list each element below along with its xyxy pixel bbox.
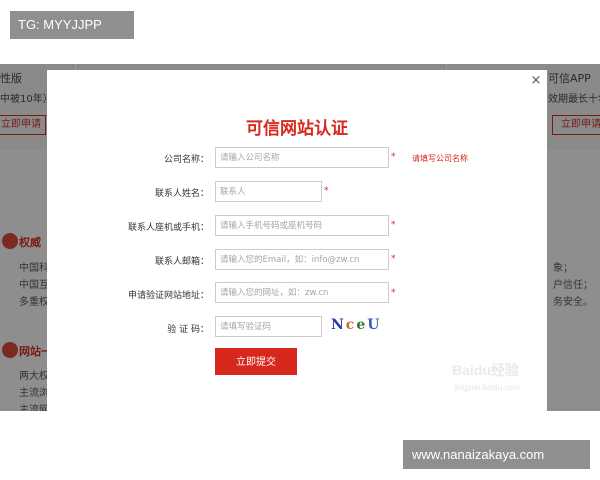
background-section2-line: 两大权 bbox=[19, 371, 49, 382]
background-right-apply-button: 立即申请 bbox=[552, 115, 600, 135]
background-section1-right-line: 务安全。 bbox=[553, 297, 593, 308]
website-input[interactable] bbox=[215, 282, 389, 303]
required-mark: * bbox=[391, 152, 396, 162]
bottom-right-tag: www.nanaizakaya.com bbox=[403, 440, 590, 469]
background-section1-title: 权威 bbox=[19, 236, 41, 249]
background-right-sub: 效期最长十年 bbox=[548, 94, 600, 105]
phone-label: 联系人座机或手机： bbox=[127, 223, 209, 233]
required-mark: * bbox=[391, 254, 396, 264]
captcha-char: U bbox=[367, 317, 382, 333]
background-section1-line: 中国互 bbox=[19, 280, 49, 291]
background-left-title: 性版 bbox=[0, 72, 22, 85]
email-input[interactable] bbox=[215, 249, 389, 270]
company-name-hint: 请填写公司名称 bbox=[412, 154, 468, 163]
company-name-label: 公司名称： bbox=[163, 155, 209, 165]
captcha-image[interactable]: NceU bbox=[331, 317, 381, 333]
watermark-url: jingyan.baidu.com bbox=[455, 383, 520, 392]
close-icon[interactable]: × bbox=[530, 73, 542, 88]
background-section1-right-line: 户信任； bbox=[553, 280, 593, 291]
background-left-sub: 中被10年） bbox=[0, 94, 53, 105]
background-section2-line: 主流浏 bbox=[19, 388, 49, 399]
required-mark: * bbox=[324, 186, 329, 196]
shield-icon bbox=[2, 233, 18, 249]
captcha-input[interactable] bbox=[215, 316, 322, 337]
background-section1-line: 多重权 bbox=[19, 297, 49, 308]
captcha-char: c bbox=[345, 317, 357, 333]
background-section1-line: 中国科 bbox=[19, 263, 49, 274]
background-section2-line: 主流网 bbox=[19, 405, 49, 411]
phone-input[interactable] bbox=[215, 215, 389, 236]
contact-name-label: 联系人姓名： bbox=[154, 189, 209, 199]
email-label: 联系人邮箱： bbox=[154, 257, 209, 267]
required-mark: * bbox=[391, 220, 396, 230]
captcha-char: e bbox=[356, 317, 368, 333]
baidu-jingyan-watermark: Baidu经验 bbox=[452, 362, 519, 378]
company-name-input[interactable] bbox=[215, 147, 389, 168]
modal-title: 可信网站认证 bbox=[246, 119, 348, 139]
globe-icon bbox=[2, 342, 18, 358]
contact-name-input[interactable] bbox=[215, 181, 322, 202]
required-mark: * bbox=[391, 288, 396, 298]
submit-button[interactable]: 立即提交 bbox=[215, 348, 297, 375]
background-section1-right-line: 象； bbox=[553, 263, 573, 274]
website-label: 申请验证网站地址： bbox=[127, 291, 209, 301]
background-right-title: 可信APP bbox=[548, 72, 591, 85]
top-left-tag: TG: MYYJJPP bbox=[10, 11, 134, 39]
background-left-apply-button: 立即申请 bbox=[0, 115, 46, 135]
captcha-char: N bbox=[331, 317, 346, 333]
captcha-label: 验 证 码： bbox=[167, 325, 209, 335]
